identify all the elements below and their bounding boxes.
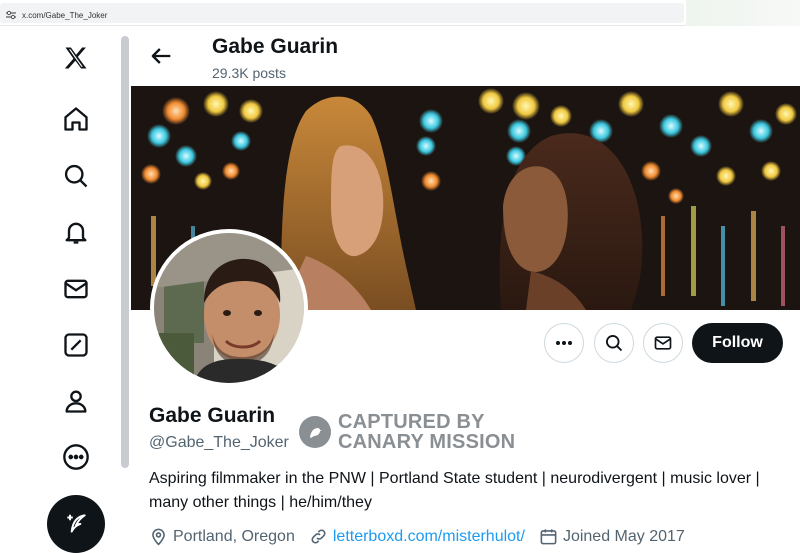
profile-bio: Aspiring filmmaker in the PNW | Portland… — [149, 470, 760, 511]
x-logo-icon[interactable] — [56, 38, 96, 78]
back-arrow-icon[interactable] — [147, 42, 175, 70]
follow-button[interactable]: Follow — [692, 323, 783, 363]
stamp-line-1: CAPTURED BY — [338, 411, 485, 433]
post-count: 29.3K posts — [212, 65, 286, 81]
profile-header: Gabe Guarin 29.3K posts — [131, 26, 800, 86]
watermark-stamp: CAPTURED BY CANARY MISSION — [299, 412, 515, 452]
url-bar[interactable]: x.com/Gabe_The_Joker — [0, 3, 684, 23]
search-icon — [606, 335, 623, 352]
link-icon — [311, 529, 326, 544]
profile-name: Gabe Guarin — [149, 404, 276, 427]
website-item: letterboxd.com/misterhulot/ — [309, 527, 525, 546]
compose-post-button[interactable] — [47, 495, 105, 553]
joined-item: Joined May 2017 — [539, 527, 685, 546]
notifications-icon[interactable] — [56, 212, 96, 252]
message-button[interactable] — [643, 323, 683, 363]
website-link[interactable]: letterboxd.com/misterhulot/ — [333, 528, 525, 546]
stamp-line-2: CANARY MISSION — [338, 431, 516, 453]
joined-text: Joined May 2017 — [562, 527, 685, 545]
search-icon[interactable] — [56, 156, 96, 196]
location-text: Portland, Oregon — [173, 527, 295, 545]
calendar-icon — [540, 529, 557, 545]
ellipsis-icon — [556, 341, 572, 345]
canary-seal-icon — [299, 416, 331, 448]
browser-address-bar: x.com/Gabe_The_Joker — [0, 0, 800, 26]
search-profile-button[interactable] — [594, 323, 634, 363]
profile-handle: @Gabe_The_Joker — [149, 434, 289, 451]
location-pin-icon — [152, 528, 165, 546]
avatar[interactable] — [150, 229, 308, 387]
location-item: Portland, Oregon — [149, 527, 295, 546]
messages-icon[interactable] — [56, 269, 96, 309]
url-text[interactable]: x.com/Gabe_The_Joker — [22, 11, 107, 20]
left-navigation — [0, 26, 124, 553]
compose-post-icon — [67, 514, 86, 533]
envelope-icon — [654, 336, 672, 350]
site-info-icon[interactable] — [5, 9, 17, 21]
profile-meta: Portland, Oregon letterboxd.com/misterhu… — [149, 527, 699, 546]
browser-toolbar-area — [686, 0, 800, 26]
home-icon[interactable] — [56, 99, 96, 139]
page-title: Gabe Guarin — [212, 35, 339, 58]
grok-icon[interactable] — [56, 325, 96, 365]
more-icon[interactable] — [56, 437, 96, 477]
profile-icon[interactable] — [56, 381, 96, 421]
avatar-image — [154, 233, 304, 383]
more-options-button[interactable] — [544, 323, 584, 363]
scrollbar[interactable] — [121, 36, 129, 468]
